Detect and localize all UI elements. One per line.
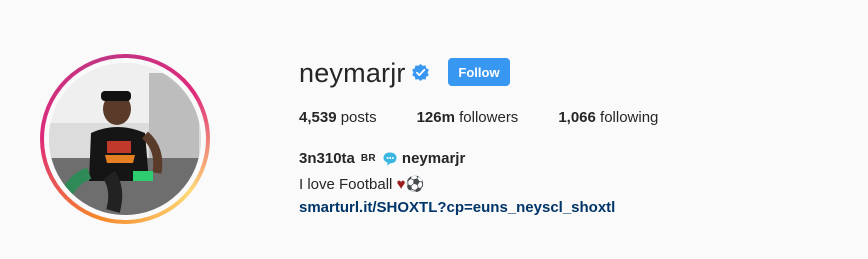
bio-name: 3n310ta [299, 150, 355, 167]
country-flag: BR [360, 153, 376, 164]
following-stat[interactable]: 1,066 following [558, 109, 658, 126]
bio-external-link[interactable]: smarturl.it/SHOXTL?cp=euns_neyscl_shoxtl [299, 199, 615, 216]
soccer-ball-emoji-icon: ⚽ [405, 176, 425, 193]
profile-stats: 4,539 posts 126m followers 1,066 followi… [299, 109, 698, 126]
posts-count: 4,539 [299, 109, 337, 126]
followers-count: 126m [416, 109, 455, 126]
speech-bubble-icon [383, 152, 397, 165]
avatar-illustration [49, 63, 201, 215]
posts-stat: 4,539 posts [299, 109, 377, 126]
posts-label: posts [340, 109, 377, 126]
following-count: 1,066 [558, 109, 596, 126]
bio-text: I love Football ♥⚽ [299, 175, 424, 193]
profile-avatar[interactable] [40, 54, 210, 224]
profile-username: neymarjr [299, 58, 406, 88]
verified-badge-icon [412, 63, 429, 82]
bio-header: 3n310ta BR neymarjr [299, 150, 465, 167]
avatar-photo [49, 63, 201, 215]
follow-button[interactable]: Follow [448, 58, 510, 86]
following-label: following [600, 109, 659, 126]
bio-text-content: I love Football [299, 176, 393, 193]
bio-mention-link[interactable]: neymarjr [402, 150, 465, 167]
followers-label: followers [459, 109, 519, 126]
followers-stat[interactable]: 126m followers [417, 109, 519, 126]
